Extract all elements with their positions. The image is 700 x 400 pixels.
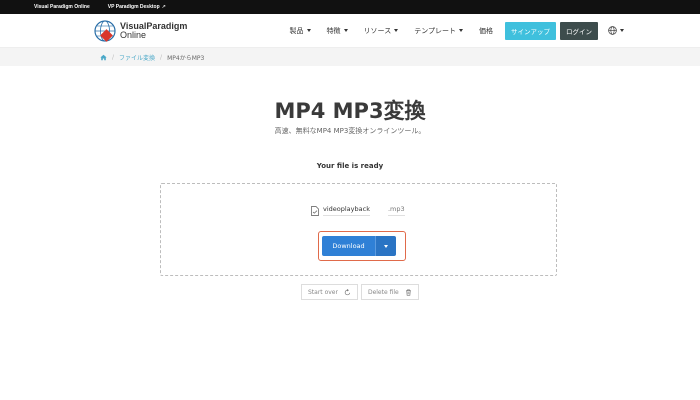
- nav-templates-label: テンプレート: [414, 26, 456, 35]
- refresh-icon: [344, 288, 351, 295]
- start-over-button[interactable]: Start over: [301, 284, 358, 300]
- top-bar: Visual Paradigm Online VP Paradigm Deskt…: [0, 0, 700, 14]
- nav-resources[interactable]: リソース: [356, 26, 407, 36]
- signup-button[interactable]: サインアップ: [505, 21, 556, 40]
- breadcrumb-separator: /: [112, 53, 115, 61]
- download-button[interactable]: Download: [322, 236, 375, 256]
- home-icon[interactable]: [100, 54, 107, 61]
- nav-templates[interactable]: テンプレート: [406, 26, 471, 36]
- chevron-down-icon: [394, 29, 399, 32]
- breadcrumb-separator: /: [160, 53, 163, 61]
- nav-products-label: 製品: [289, 26, 304, 35]
- language-selector[interactable]: [608, 26, 624, 35]
- filename-input[interactable]: videoplayback: [323, 205, 370, 216]
- chevron-down-icon: [384, 244, 388, 248]
- file-extension: .mp3: [387, 205, 405, 216]
- top-bar-desktop-link[interactable]: VP Paradigm Desktop ↗: [108, 4, 166, 10]
- chevron-down-icon: [306, 29, 311, 32]
- logo[interactable]: VisualParadigm Online: [94, 19, 187, 42]
- external-link-icon: ↗: [161, 4, 166, 10]
- start-over-label: Start over: [308, 288, 338, 296]
- chevron-down-icon: [343, 29, 348, 32]
- file-icon: [311, 205, 319, 216]
- secondary-actions: Start over Delete file: [301, 284, 419, 300]
- delete-file-label: Delete file: [367, 288, 399, 296]
- trash-icon: [405, 289, 411, 296]
- nav-menu: 製品 特徴 リソース テンプレート 価格 サインアップ ログイン: [282, 21, 624, 40]
- chevron-down-icon: [459, 29, 463, 32]
- download-options-toggle[interactable]: [375, 236, 396, 256]
- logo-text-line2: Online: [120, 29, 147, 40]
- page-title: MP4 MP3変換: [274, 99, 426, 123]
- login-button[interactable]: ログイン: [560, 21, 598, 40]
- nav-features[interactable]: 特徴: [319, 26, 356, 36]
- top-bar-brand-link[interactable]: Visual Paradigm Online: [34, 4, 90, 10]
- globe-icon: [608, 26, 617, 35]
- nav-pricing[interactable]: 価格: [471, 26, 501, 36]
- logo-globe-icon: [94, 19, 116, 42]
- main-navbar: VisualParadigm Online 製品 特徴 リソース テンプレート …: [0, 14, 700, 48]
- output-file-row: videoplayback .mp3: [311, 205, 405, 216]
- breadcrumb-current: MP4からMP3: [167, 54, 205, 62]
- nav-resources-label: リソース: [363, 26, 392, 35]
- breadcrumb: / ファイル変換 / MP4からMP3: [0, 48, 700, 66]
- page-subtitle: 高速、無料なMP4 MP3変換オンラインツール。: [274, 127, 426, 135]
- chevron-down-icon: [620, 29, 624, 32]
- breadcrumb-file-convert[interactable]: ファイル変換: [119, 53, 155, 62]
- nav-products[interactable]: 製品: [282, 26, 319, 36]
- result-panel: [160, 183, 557, 276]
- desktop-link-label: VP Paradigm Desktop: [107, 4, 160, 10]
- file-ready-heading: Your file is ready: [316, 162, 384, 170]
- download-button-group: Download: [322, 236, 396, 256]
- delete-file-button[interactable]: Delete file: [360, 284, 419, 300]
- nav-features-label: 特徴: [326, 26, 341, 35]
